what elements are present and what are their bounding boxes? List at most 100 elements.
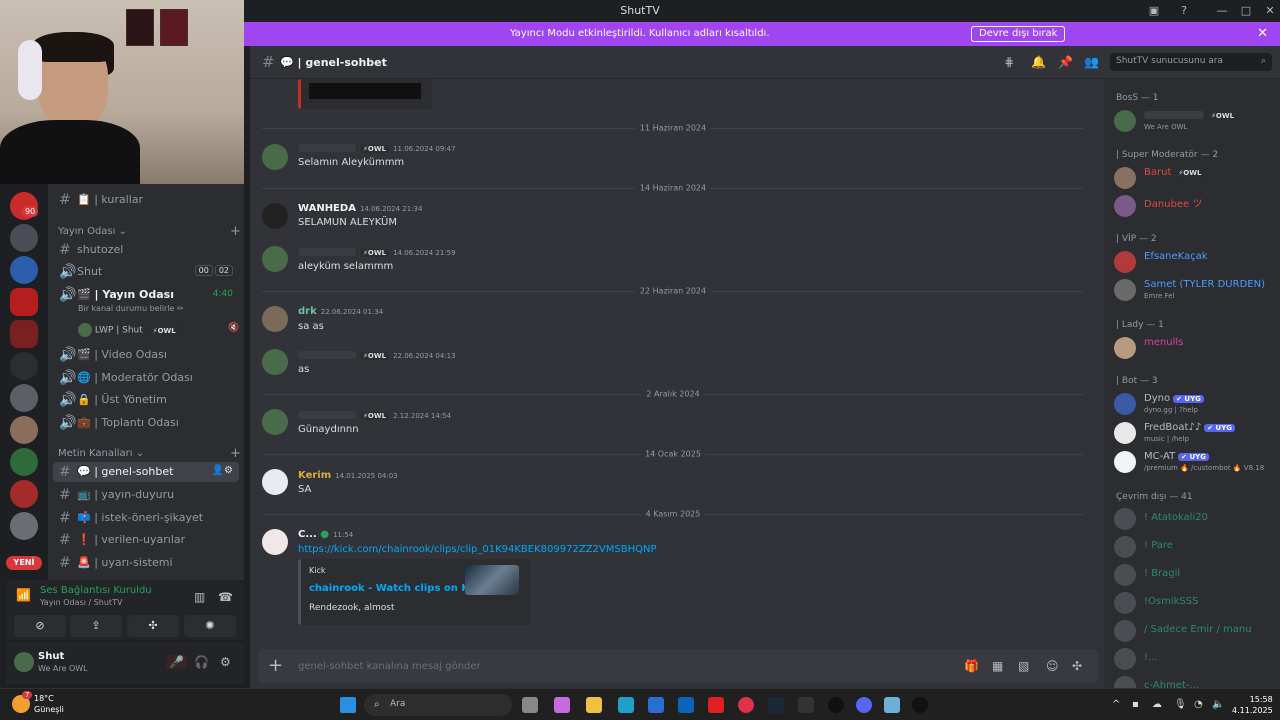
- member-item[interactable]: / Sadece Emir / manu: [1114, 618, 1278, 644]
- bell-icon[interactable]: 🔔: [1031, 55, 1046, 69]
- copilot-icon[interactable]: [554, 697, 570, 713]
- app-icon[interactable]: [884, 697, 900, 713]
- server-icon[interactable]: [10, 352, 38, 380]
- taskbar-search[interactable]: Ara: [364, 694, 512, 716]
- member-item[interactable]: ! Pare: [1114, 534, 1278, 560]
- voice-channel-toplanti[interactable]: 🔊 💼 | Toplantı Odası: [53, 413, 239, 433]
- voice-channel-moderator[interactable]: 🔊 🌐 | Moderatör Odası: [53, 368, 239, 388]
- apps-icon[interactable]: ✣: [1072, 659, 1082, 673]
- member-item[interactable]: c-Ahmet-...: [1114, 674, 1278, 688]
- opera-icon[interactable]: [738, 697, 754, 713]
- channel-yayin-duyuru[interactable]: # 📺 | yayın-duyuru: [53, 485, 239, 505]
- server-icon[interactable]: [10, 448, 38, 476]
- embed-provider[interactable]: Kick: [309, 566, 326, 575]
- username[interactable]: Shut: [38, 651, 64, 662]
- store-icon[interactable]: [648, 697, 664, 713]
- threads-icon[interactable]: ⋕: [1004, 55, 1014, 69]
- voice-status[interactable]: Ses Bağlantısı Kuruldu: [40, 585, 152, 596]
- member-item[interactable]: Samet (TYLER DURDEN) Emre Fel: [1114, 277, 1278, 303]
- attach-icon[interactable]: +: [268, 655, 283, 676]
- member-item[interactable]: MC-AT ✔ UYG /premium 🔥 /custombot 🔥 V8.18: [1114, 449, 1278, 475]
- disconnect-icon[interactable]: ☎: [218, 590, 233, 604]
- steam-icon[interactable]: [768, 697, 784, 713]
- headphones-icon[interactable]: 🎧: [194, 655, 209, 669]
- weather-widget[interactable]: 18°C Güneşli: [34, 693, 64, 715]
- hidden-username[interactable]: [298, 351, 356, 359]
- app-icon[interactable]: [828, 697, 844, 713]
- channel-istek[interactable]: # 📫 | istek-öneri-şikayet: [53, 508, 239, 528]
- close-icon[interactable]: ✕: [1257, 26, 1268, 41]
- voice-location[interactable]: Yayın Odası / ShutTV: [40, 598, 122, 607]
- voice-channel-video[interactable]: 🔊 🎬 | Video Odası: [53, 345, 239, 365]
- task-view-icon[interactable]: [522, 697, 538, 713]
- avatar[interactable]: [262, 144, 288, 170]
- channel-shutozel[interactable]: # shutozel: [53, 240, 239, 260]
- clock[interactable]: 15:58 4.11.2025: [1232, 694, 1273, 716]
- server-icon[interactable]: [10, 320, 38, 348]
- windows-start-icon[interactable]: [340, 697, 356, 713]
- camera-button[interactable]: ⊘: [14, 615, 66, 637]
- wifi-icon[interactable]: ◔: [1194, 699, 1203, 710]
- sticker-icon[interactable]: ▧: [1018, 659, 1029, 673]
- tray-app-icon[interactable]: ▪: [1132, 699, 1139, 710]
- member-item[interactable]: Dyno ✔ UYG dyno.gg | ?help: [1114, 391, 1278, 417]
- member-item[interactable]: !OsmikSSS: [1114, 590, 1278, 616]
- hidden-username[interactable]: [298, 411, 356, 419]
- server-icon[interactable]: [10, 480, 38, 508]
- discord-icon[interactable]: [856, 697, 872, 713]
- member-item[interactable]: !...: [1114, 646, 1278, 672]
- mic-icon[interactable]: 🎙: [1174, 699, 1187, 710]
- server-icon[interactable]: [10, 512, 38, 540]
- avatar[interactable]: [262, 469, 288, 495]
- avatar[interactable]: [262, 203, 288, 229]
- screen-share-button[interactable]: ⇪: [70, 615, 122, 637]
- outlook-icon[interactable]: [678, 697, 694, 713]
- server-icon[interactable]: [10, 288, 38, 316]
- noise-suppression-icon[interactable]: ▥: [194, 590, 205, 604]
- member-item[interactable]: ! Atatokali20: [1114, 506, 1278, 532]
- server-icon[interactable]: [10, 224, 38, 252]
- member-item[interactable]: FredBoat♪♪ ✔ UYG music | /help: [1114, 420, 1278, 446]
- hidden-username[interactable]: [298, 144, 356, 152]
- server-icon[interactable]: [10, 416, 38, 444]
- channel-kurallar[interactable]: # 📋 | kurallar: [53, 190, 239, 210]
- category-text[interactable]: Metin Kanalları ⌄ +: [58, 446, 241, 461]
- server-icon[interactable]: [10, 384, 38, 412]
- member-item[interactable]: Barut ⚡OWL: [1114, 165, 1278, 191]
- mic-muted-icon[interactable]: 🎤: [166, 655, 187, 669]
- gif-icon[interactable]: ▦: [992, 659, 1003, 673]
- avatar[interactable]: [262, 409, 288, 435]
- search-input[interactable]: ShutTV sunucusunu ara ⌕: [1110, 53, 1272, 71]
- disable-streamer-mode-button[interactable]: Devre dışı bırak: [971, 26, 1066, 42]
- file-explorer-icon[interactable]: [586, 697, 602, 713]
- avatar[interactable]: [14, 652, 34, 672]
- inbox-icon[interactable]: ▣: [1146, 3, 1162, 19]
- channel-uyari-sistemi[interactable]: # 🚨 | uyarı-sistemi: [53, 553, 239, 573]
- channel-genel-sohbet[interactable]: # 💬 | genel-sohbet 👤⚙: [53, 462, 239, 482]
- member-item[interactable]: ⚡OWL We Are OWL: [1114, 108, 1278, 134]
- pin-icon[interactable]: 📌: [1058, 55, 1073, 69]
- app-icon[interactable]: [912, 697, 928, 713]
- emoji-icon[interactable]: ☺: [1046, 659, 1059, 673]
- activities-button[interactable]: ✣: [127, 615, 179, 637]
- channel-status[interactable]: Bir kanal durumu belirle ✏: [78, 304, 184, 313]
- server-icon[interactable]: [10, 256, 38, 284]
- help-icon[interactable]: ?: [1176, 3, 1192, 19]
- channel-verilen-uyarilar[interactable]: # ❗ | verilen-uyarılar: [53, 530, 239, 550]
- gift-icon[interactable]: 🎁: [964, 659, 979, 673]
- voice-channel-ust-yonetim[interactable]: 🔊 🔒 | Üst Yönetim: [53, 390, 239, 410]
- voice-user[interactable]: LWP | Shut ⚡OWL 🔇: [78, 323, 239, 337]
- avatar[interactable]: [262, 306, 288, 332]
- embed-thumbnail[interactable]: [465, 565, 519, 595]
- message-link[interactable]: https://kick.com/chainrook/clips/clip_01…: [298, 544, 656, 555]
- embed-title[interactable]: chainrook - Watch clips on Kick: [309, 583, 485, 594]
- avatar[interactable]: [262, 529, 288, 555]
- close-window-button[interactable]: ✕: [1262, 3, 1278, 19]
- member-item[interactable]: Danubee ツ: [1114, 193, 1278, 219]
- avatar[interactable]: [262, 349, 288, 375]
- voice-channel-shut[interactable]: 🔊 Shut 00 02: [53, 262, 239, 282]
- category-voice[interactable]: Yayın Odası ⌄ +: [58, 224, 241, 239]
- settings-icon[interactable]: ⚙: [220, 655, 231, 669]
- minimize-button[interactable]: —: [1214, 3, 1230, 19]
- epic-games-icon[interactable]: [798, 697, 814, 713]
